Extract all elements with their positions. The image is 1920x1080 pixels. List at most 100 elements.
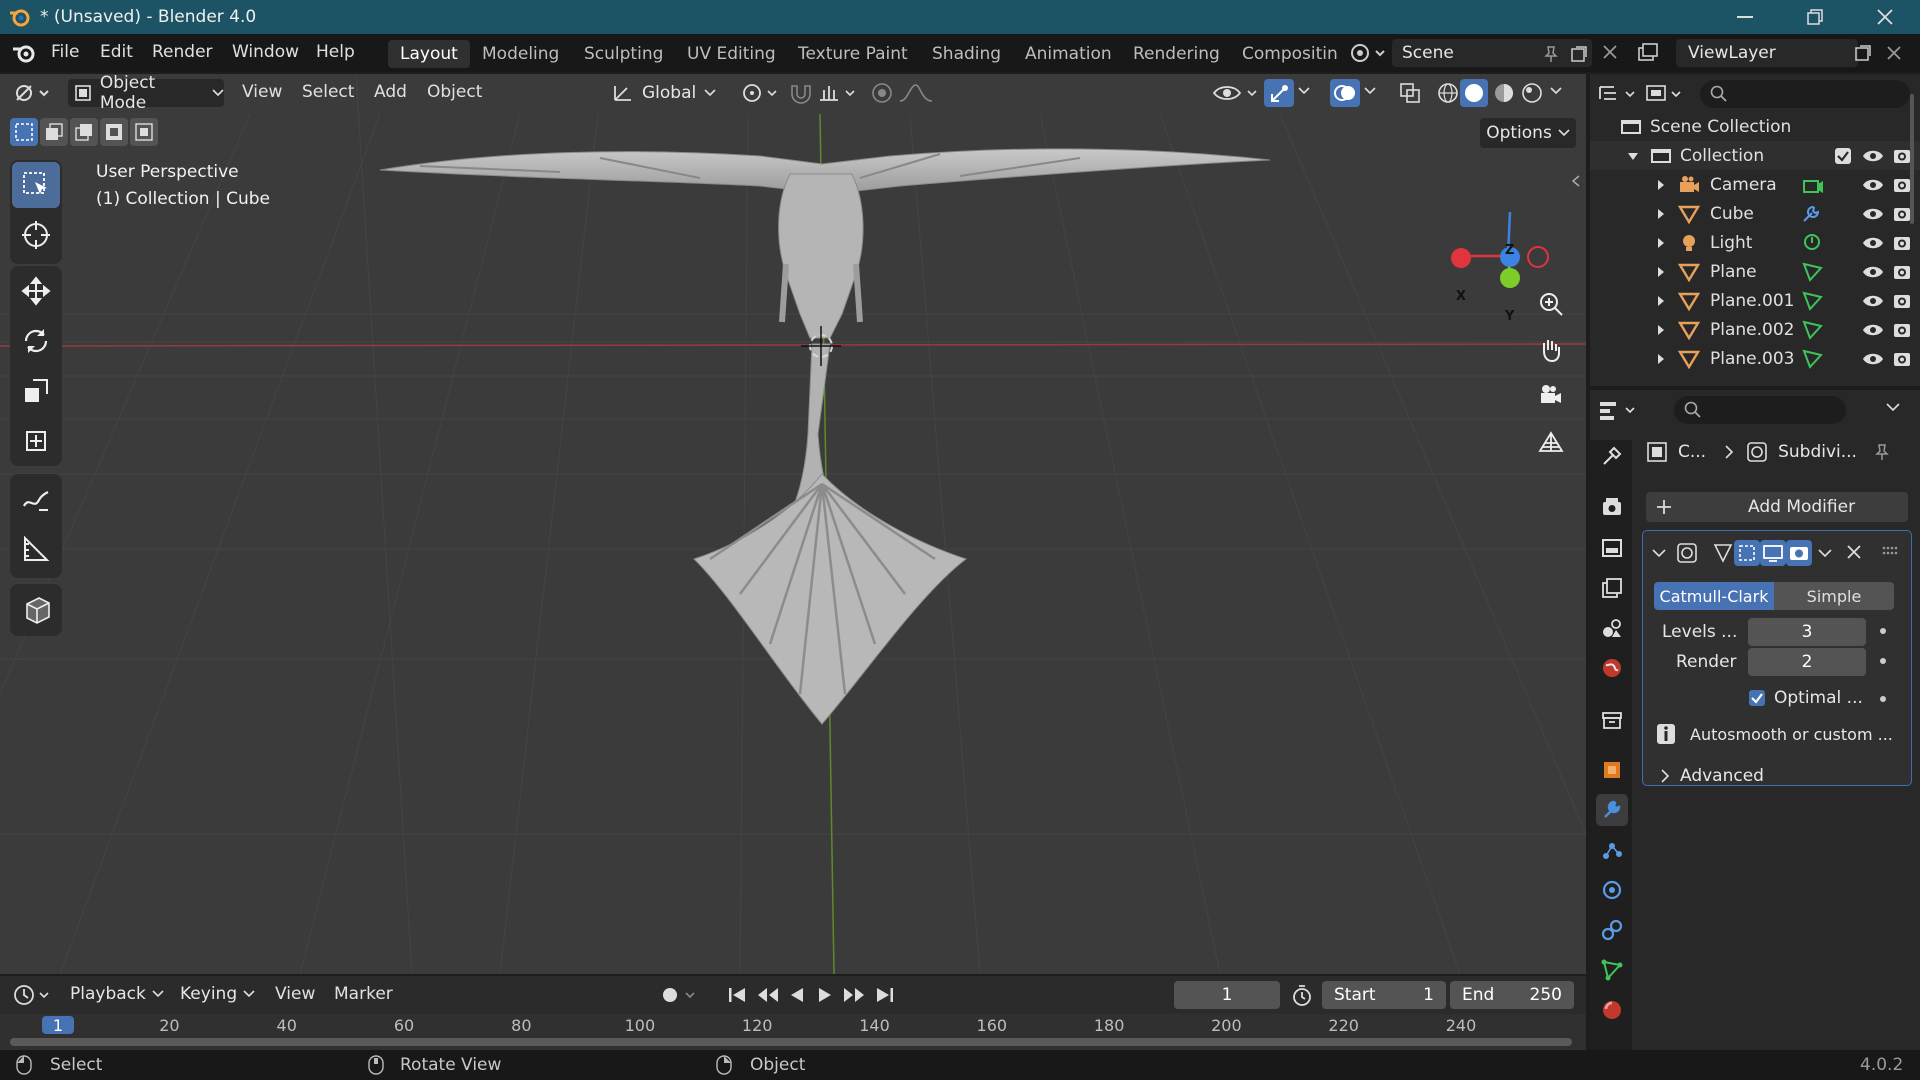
tab-data[interactable] — [1596, 954, 1628, 986]
outliner-row-plane-001[interactable]: Plane.001 — [1590, 286, 1920, 315]
collection-exclude-checkbox[interactable] — [1834, 147, 1852, 165]
scene-selector[interactable]: Scene — [1392, 39, 1592, 67]
options-dropdown[interactable]: Options — [1480, 118, 1576, 148]
object-data-icon[interactable] — [1800, 232, 1826, 254]
menu-edit[interactable]: Edit — [100, 42, 133, 62]
outliner-row-light[interactable]: Light — [1590, 228, 1920, 257]
menu-help[interactable]: Help — [316, 42, 355, 62]
current-frame-field[interactable]: 1 — [1174, 981, 1280, 1009]
visibility-eye-icon[interactable] — [1862, 263, 1884, 281]
levels-viewport-field[interactable]: 3 — [1748, 618, 1866, 646]
falloff-icon[interactable] — [898, 82, 938, 104]
tab-compositing[interactable]: Compositin — [1230, 40, 1338, 68]
remove-modifier-icon[interactable] — [1846, 544, 1862, 560]
render-camera-icon[interactable] — [1892, 233, 1912, 253]
object-data-icon[interactable] — [1800, 203, 1826, 225]
show-overlays-toggle[interactable] — [1330, 79, 1360, 107]
snap-icon[interactable] — [788, 82, 814, 104]
outliner-row-plane[interactable]: Plane — [1590, 257, 1920, 286]
scale-tool[interactable] — [12, 368, 60, 414]
wireframe-shading-icon[interactable] — [1436, 81, 1460, 105]
minimize-button[interactable] — [1716, 0, 1774, 34]
pivot-point-icon[interactable] — [740, 82, 780, 104]
visibility-eye-icon[interactable] — [1862, 292, 1884, 310]
select-new-icon[interactable] — [10, 118, 38, 146]
collection-render-camera-icon[interactable] — [1892, 146, 1912, 166]
tab-object[interactable] — [1596, 754, 1628, 786]
ortho-toggle-button[interactable] — [1531, 422, 1571, 462]
next-keyframe-icon[interactable] — [842, 985, 866, 1005]
gizmo-dropdown-icon[interactable] — [1298, 87, 1310, 95]
object-data-icon[interactable] — [1800, 290, 1826, 312]
collapse-modifier-icon[interactable] — [1652, 548, 1666, 558]
object-data-icon[interactable] — [1800, 261, 1826, 283]
show-gizmo-toggle[interactable] — [1264, 79, 1294, 107]
select-box-tool[interactable] — [12, 162, 60, 208]
tab-uv-editing[interactable]: UV Editing — [675, 40, 788, 68]
tab-collection[interactable] — [1596, 704, 1628, 736]
drag-handle-icon[interactable] — [1882, 546, 1898, 556]
sidebar-toggle-icon[interactable] — [1570, 174, 1582, 188]
tab-world[interactable] — [1596, 652, 1628, 684]
render-keyframe-dot[interactable] — [1880, 658, 1886, 664]
tab-tool[interactable] — [1596, 440, 1628, 472]
outliner-editor-type-icon[interactable] — [1598, 82, 1638, 106]
properties-editor-type-icon[interactable] — [1598, 398, 1638, 422]
viewport-display-toggle-icon[interactable] — [1760, 540, 1786, 566]
edit-mode-toggle-icon[interactable] — [1734, 540, 1760, 566]
render-camera-icon[interactable] — [1892, 291, 1912, 311]
view-layer-selector[interactable]: ViewLayer — [1676, 39, 1858, 67]
camera-view-button[interactable] — [1531, 376, 1571, 416]
tab-texture-paint[interactable]: Texture Paint — [786, 40, 920, 68]
delete-view-layer-icon[interactable] — [1886, 45, 1902, 61]
optimal-display-checkbox[interactable]: Optimal ... — [1748, 684, 1863, 712]
visibility-eye-icon[interactable] — [1862, 176, 1884, 194]
rotate-tool[interactable] — [12, 318, 60, 364]
advanced-subpanel-header[interactable]: Advanced — [1660, 764, 1764, 788]
timeline-menu-view[interactable]: View — [275, 984, 315, 1004]
collection-visibility-eye-icon[interactable] — [1862, 147, 1884, 165]
select-extend-icon[interactable] — [40, 118, 68, 146]
auto-keying-icon[interactable] — [660, 986, 700, 1004]
render-toggle-icon[interactable] — [1786, 540, 1812, 566]
outliner-row-plane-003[interactable]: Plane.003 — [1590, 344, 1920, 373]
play-icon[interactable] — [815, 985, 835, 1005]
timeline-scrollbar[interactable] — [10, 1038, 1572, 1046]
maximize-button[interactable] — [1786, 0, 1844, 34]
expand-arrow-icon[interactable] — [1656, 266, 1666, 278]
expand-arrow-icon[interactable] — [1656, 295, 1666, 307]
tab-scene[interactable] — [1596, 612, 1628, 644]
navigation-gizmo[interactable] — [1440, 164, 1580, 294]
object-data-icon[interactable] — [1800, 319, 1826, 341]
tab-rendering[interactable]: Rendering — [1121, 40, 1232, 68]
move-tool[interactable] — [12, 268, 60, 314]
end-frame-field[interactable]: End 250 — [1450, 981, 1574, 1009]
menu-render[interactable]: Render — [152, 42, 213, 62]
expand-arrow-icon[interactable] — [1656, 179, 1666, 191]
new-view-layer-icon[interactable] — [1854, 44, 1874, 62]
expand-arrow-icon[interactable] — [1656, 208, 1666, 220]
visibility-selector-icon[interactable] — [1212, 81, 1260, 105]
visibility-eye-icon[interactable] — [1862, 205, 1884, 223]
expand-arrow-icon[interactable] — [1656, 324, 1666, 336]
proportional-edit-icon[interactable] — [870, 82, 894, 104]
simple-option[interactable]: Simple — [1774, 582, 1894, 610]
catmull-clark-option[interactable]: Catmull-Clark — [1654, 582, 1774, 610]
pin-icon[interactable] — [1542, 45, 1560, 63]
snap-target-icon[interactable] — [818, 82, 858, 104]
render-camera-icon[interactable] — [1892, 320, 1912, 340]
close-window-button[interactable] — [1856, 0, 1914, 34]
gizmo-x-axis[interactable] — [1451, 248, 1471, 268]
scene-browse-icon[interactable] — [1350, 42, 1388, 64]
jump-to-end-icon[interactable] — [874, 985, 896, 1005]
outliner-search-input[interactable] — [1700, 80, 1910, 108]
outliner-row-scene-collection[interactable]: Scene Collection — [1590, 112, 1920, 141]
overlays-dropdown-icon[interactable] — [1364, 87, 1376, 95]
modifier-extras-dropdown-icon[interactable] — [1818, 548, 1832, 558]
cursor-tool[interactable] — [12, 212, 60, 258]
object-data-icon[interactable] — [1800, 348, 1826, 370]
tab-particles[interactable] — [1596, 834, 1628, 866]
visibility-eye-icon[interactable] — [1862, 350, 1884, 368]
3d-viewport[interactable]: User Perspective (1) Collection | Cube Z… — [0, 74, 1586, 974]
new-scene-icon[interactable] — [1570, 45, 1588, 63]
